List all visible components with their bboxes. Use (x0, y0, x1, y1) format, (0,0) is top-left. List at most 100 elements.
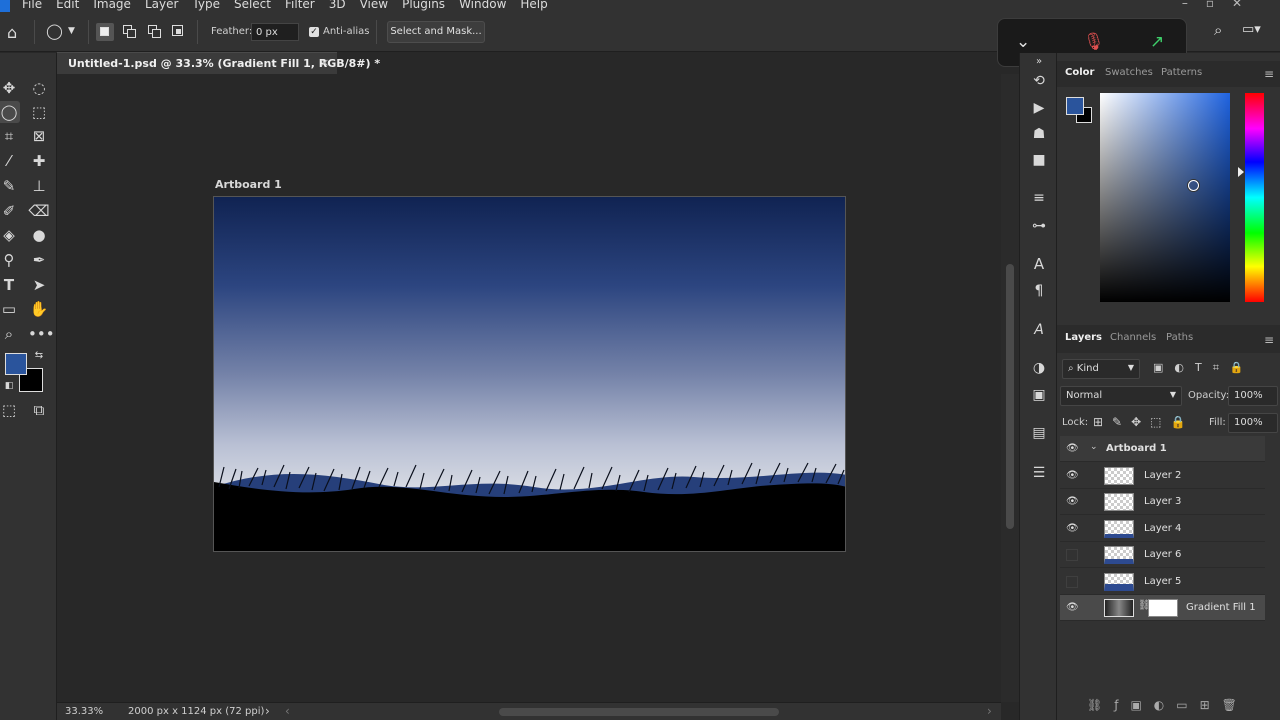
rectangle-tool-icon[interactable]: ▭ (0, 298, 20, 320)
color-panel-foreground-swatch[interactable] (1066, 97, 1084, 115)
hue-slider-marker[interactable] (1238, 167, 1244, 177)
actions-play-icon[interactable]: ▶ (1029, 98, 1049, 118)
menu-type[interactable]: Type (192, 0, 220, 10)
feather-input[interactable] (251, 23, 299, 41)
clone-stamp-tool-icon[interactable]: ⊥ (28, 175, 50, 197)
eye-icon[interactable]: 👁 (1066, 523, 1079, 535)
tab-patterns[interactable]: Patterns (1161, 67, 1202, 78)
blend-mode-select[interactable]: Normal ▼ (1060, 386, 1182, 406)
menu-view[interactable]: View (360, 0, 388, 10)
vertical-scrollbar[interactable] (1001, 74, 1019, 702)
tab-swatches[interactable]: Swatches (1105, 67, 1153, 78)
menu-select[interactable]: Select (234, 0, 271, 10)
paint-bucket-tool-icon[interactable]: ◈ (0, 224, 20, 246)
libraries-icon[interactable]: ▣ (1029, 385, 1049, 405)
brush-settings-icon[interactable]: ≡ (1029, 188, 1049, 208)
zoom-level[interactable]: 33.33% (65, 706, 103, 717)
lasso-tool-icon[interactable]: ◯ (0, 101, 20, 123)
subtract-selection-icon[interactable] (146, 23, 164, 41)
more-tools-icon[interactable]: ••• (28, 323, 55, 345)
default-colors-icon[interactable]: ◧ (0, 375, 20, 397)
frame-tool-icon[interactable]: ⊠ (28, 125, 50, 147)
menu-layer[interactable]: Layer (145, 0, 178, 10)
layer-row[interactable]: 👁 Layer 4 (1060, 516, 1265, 542)
properties-icon[interactable]: ☰ (1029, 463, 1049, 483)
adjustments-sliders-icon[interactable]: ⊶ (1029, 216, 1049, 236)
eraser-tool-icon[interactable]: ⌫ (28, 200, 50, 222)
menu-plugins[interactable]: Plugins (402, 0, 445, 10)
menu-3d[interactable]: 3D (329, 0, 346, 10)
panel-menu-icon[interactable]: ≡ (1264, 67, 1274, 81)
glyph-style-icon[interactable]: A (1029, 320, 1049, 340)
tab-layers[interactable]: Layers (1065, 332, 1102, 343)
chevron-down-icon[interactable]: ⌄ (1016, 32, 1030, 52)
path-selection-tool-icon[interactable]: ➤ (28, 274, 50, 296)
type-tool-icon[interactable]: T (0, 274, 20, 296)
menu-window[interactable]: Window (459, 0, 506, 10)
menu-filter[interactable]: Filter (285, 0, 315, 10)
object-select-tool-icon[interactable]: ⬚ (28, 101, 50, 123)
menu-help[interactable]: Help (520, 0, 547, 10)
layer-row[interactable]: 👁 Layer 3 (1060, 489, 1265, 515)
select-and-mask-button[interactable]: Select and Mask... (387, 21, 485, 43)
scroll-left-icon[interactable]: ‹ (285, 704, 290, 718)
intersect-selection-icon[interactable] (170, 23, 188, 41)
eye-icon[interactable]: 👁 (1066, 470, 1079, 482)
antialias-checkbox[interactable]: ✓ (309, 27, 319, 37)
visibility-toggle[interactable] (1066, 549, 1078, 561)
glyphs-icon[interactable]: ☗ (1029, 124, 1049, 144)
collapse-icon[interactable]: » (1029, 52, 1049, 72)
adjustments-icon[interactable]: ◑ (1029, 358, 1049, 378)
vertical-scrollbar-thumb[interactable] (1006, 264, 1014, 529)
foreground-color-swatch[interactable] (5, 353, 27, 375)
lock-icons[interactable]: ⊞✎✥⬚🔒 (1093, 415, 1194, 429)
eye-icon[interactable]: 👁 (1066, 496, 1079, 508)
comments-icon[interactable]: ■ (1029, 150, 1049, 170)
chevron-right-icon[interactable]: › (265, 704, 270, 718)
brush-tool-icon[interactable]: ✎ (0, 175, 20, 197)
blur-tool-icon[interactable]: ● (28, 224, 50, 246)
menu-file[interactable]: File (22, 0, 42, 10)
quick-mask-icon[interactable]: ⬚ (0, 399, 20, 421)
color-picker-field[interactable] (1100, 93, 1230, 302)
eye-icon[interactable]: 👁 (1066, 443, 1079, 455)
lasso-icon[interactable]: ◯ (46, 22, 63, 40)
eye-icon[interactable]: 👁 (1066, 602, 1079, 614)
layer-row-selected[interactable]: 👁 ⛓ Gradient Fill 1 (1060, 595, 1265, 621)
tab-color[interactable]: Color (1065, 67, 1094, 78)
hand-tool-icon[interactable]: ✋ (28, 298, 50, 320)
artboard-label[interactable]: Artboard 1 (215, 178, 282, 191)
marquee-tool-icon[interactable]: ◌ (28, 77, 50, 99)
fill-input[interactable]: 100% (1228, 413, 1278, 433)
hue-slider[interactable] (1245, 93, 1264, 302)
layer-filter-icons[interactable]: ▣◐T⌗🔒 (1153, 361, 1255, 375)
zoom-tool-icon[interactable]: ⌕ (0, 323, 20, 345)
character-icon[interactable]: A (1029, 254, 1049, 274)
color-picker-cursor[interactable] (1188, 180, 1199, 191)
screen-mode-icon[interactable]: ⧉ (28, 399, 50, 421)
layer-row[interactable]: Layer 5 (1060, 569, 1265, 595)
chevron-down-icon[interactable]: ⌄ (1090, 442, 1098, 452)
history-icon[interactable]: ⟲ (1029, 71, 1049, 91)
gradients-icon[interactable]: ▤ (1029, 423, 1049, 443)
swap-colors-icon[interactable]: ⇆ (28, 345, 50, 367)
microphone-muted-icon[interactable]: 🎙 (1083, 32, 1105, 52)
layer-actions-icons[interactable]: ⛓ƒ▣◐▭⊞🗑 (1087, 698, 1249, 712)
close-icon[interactable]: × (320, 56, 329, 69)
opacity-input[interactable]: 100% (1228, 386, 1278, 406)
layer-group-artboard[interactable]: 👁 ⌄ Artboard 1 (1060, 436, 1265, 462)
paragraph-icon[interactable]: ¶ (1029, 281, 1049, 301)
menu-edit[interactable]: Edit (56, 0, 79, 10)
share-icon[interactable]: ↗ (1150, 32, 1164, 52)
layer-filter-kind[interactable]: ⌕ Kind ▼ (1062, 359, 1140, 379)
window-controls-icon[interactable]: –▫✕ (1182, 0, 1260, 10)
tab-paths[interactable]: Paths (1166, 332, 1193, 343)
crop-tool-icon[interactable]: ⌗ (0, 125, 20, 147)
menu-image[interactable]: Image (93, 0, 131, 10)
tab-channels[interactable]: Channels (1110, 332, 1156, 343)
mask-thumbnail[interactable] (1148, 599, 1178, 617)
search-icon[interactable]: ⌕ (1214, 21, 1222, 39)
horizontal-scrollbar-thumb[interactable] (499, 708, 779, 716)
layer-row[interactable]: Layer 6 (1060, 542, 1265, 568)
eyedropper-tool-icon[interactable]: ⁄ (0, 150, 20, 172)
